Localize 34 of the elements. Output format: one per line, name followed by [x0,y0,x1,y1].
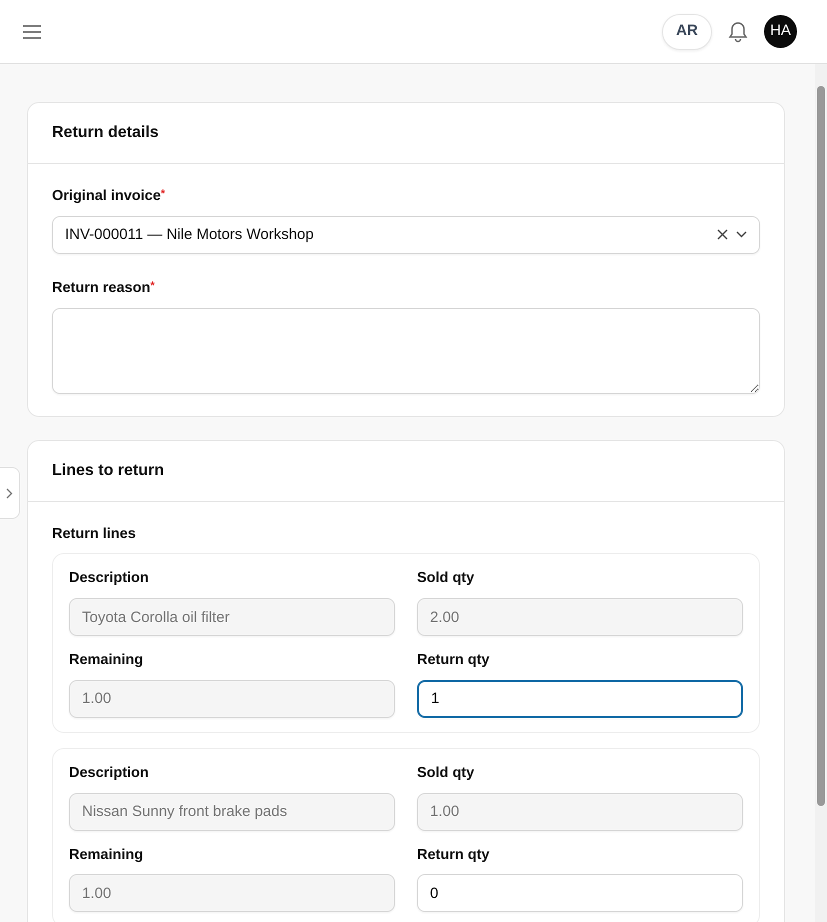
language-button[interactable]: AR [662,14,712,50]
scrollbar[interactable] [815,64,827,922]
field-label: Sold qty [417,569,476,588]
field-label: Sold qty [417,764,476,783]
chevron-right-icon [6,488,13,498]
section-label: Return lines [52,524,137,544]
description-field[interactable]: Toyota Corolla oil filter [69,598,395,636]
menu-icon[interactable] [22,24,42,38]
field-label: Return qty [417,651,490,670]
user-avatar[interactable]: HA [764,15,797,48]
field-label: Return qty [417,846,490,864]
field-label: Description [69,569,150,588]
field-label: Description [69,764,150,783]
field-label: Original invoice [52,188,161,204]
field-label: Remaining [69,846,144,864]
field-label: Remaining [69,651,144,670]
invoice-select[interactable]: INV-000011 — Nile Motors Workshop [52,216,760,254]
description-field[interactable]: Nissan Sunny front brake pads [69,792,395,830]
return-reason-field[interactable] [52,308,760,394]
required-mark: * [160,188,166,200]
card-title: Return details [28,103,784,164]
bell-icon[interactable] [728,20,748,42]
return-qty-field[interactable]: 1 [417,680,743,718]
chevron-down-icon[interactable] [736,231,747,238]
sidebar-toggle-button[interactable] [0,467,20,519]
return-qty-field[interactable]: 0 [417,874,743,912]
remaining-field[interactable]: 1.00 [69,680,395,718]
sold-qty-field[interactable]: 1.00 [417,792,743,830]
clear-icon[interactable] [717,229,728,240]
field-label: Return reason [52,280,150,296]
sold-qty-field[interactable]: 2.00 [417,598,743,636]
required-mark: * [150,280,155,292]
remaining-field[interactable]: 1.00 [69,874,395,912]
card-title: Lines to return [28,440,784,502]
